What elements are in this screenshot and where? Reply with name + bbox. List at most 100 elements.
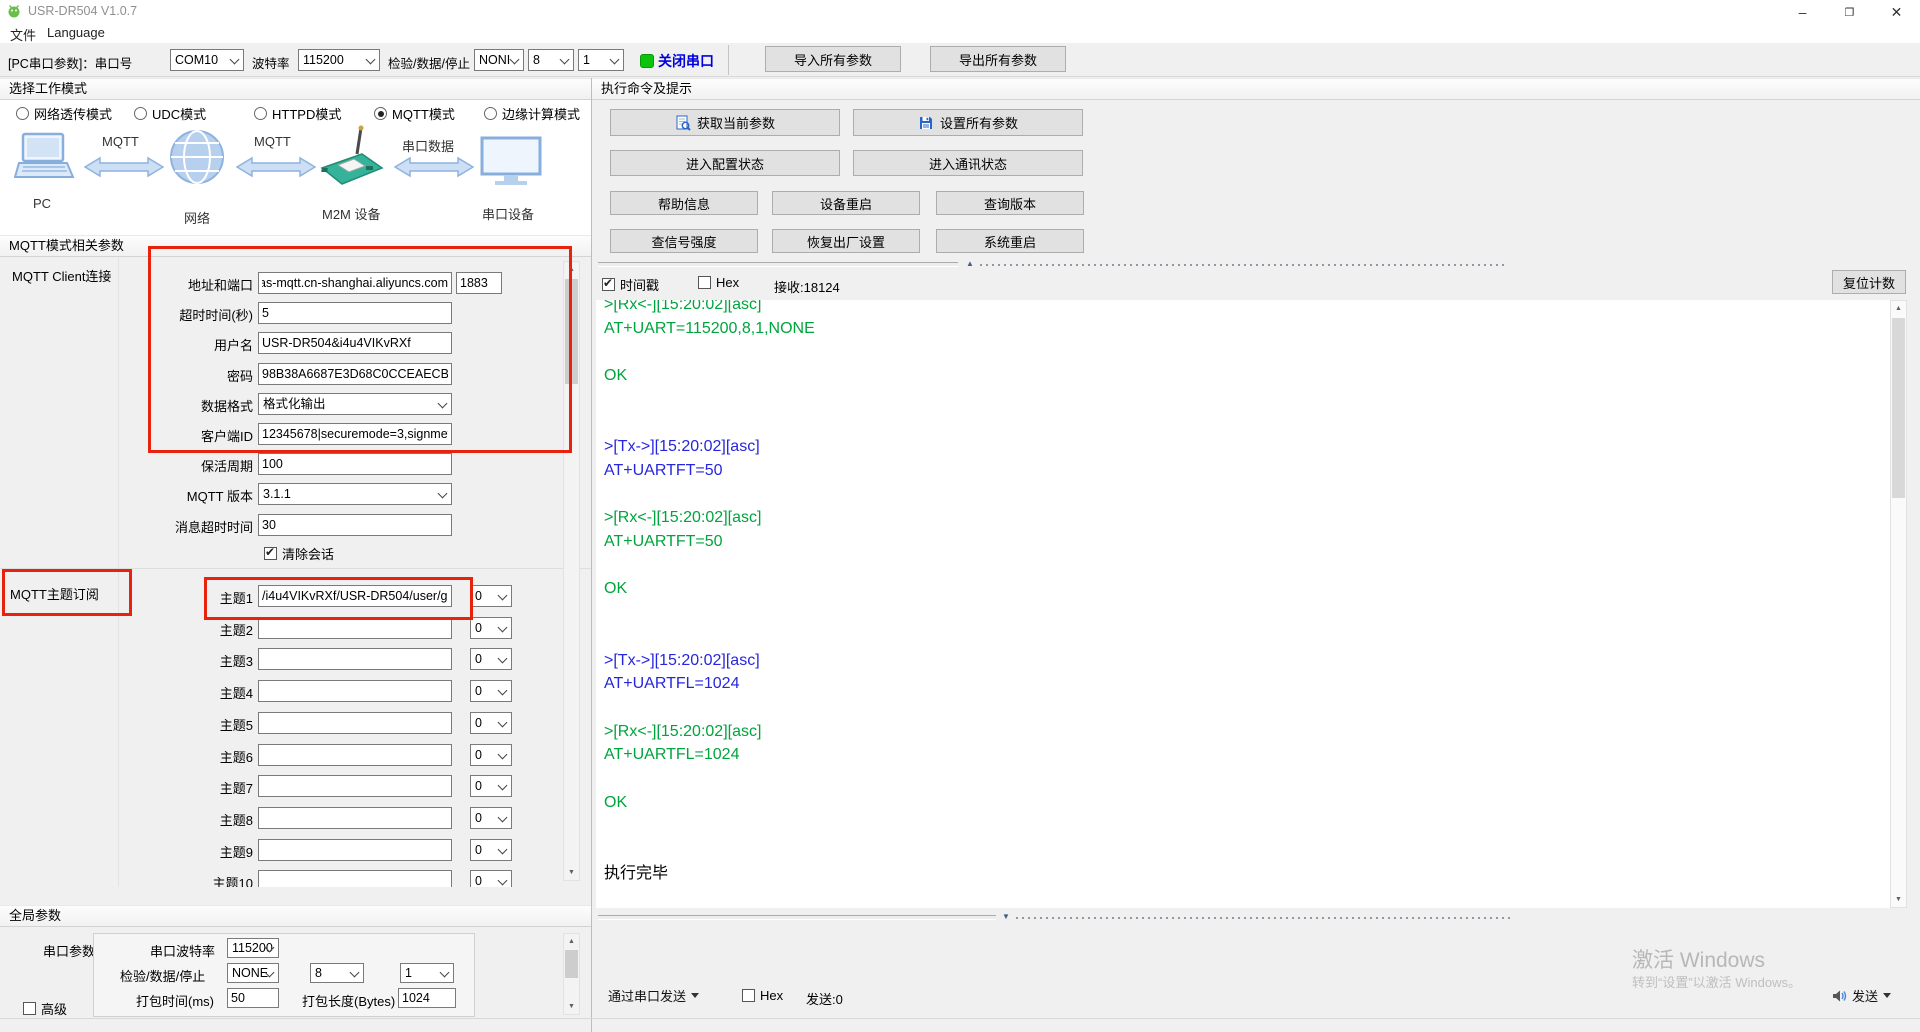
- workmode-radio-4[interactable]: MQTT模式: [374, 104, 455, 123]
- data-bits-select[interactable]: 8: [528, 49, 574, 71]
- maximize-icon[interactable]: ❐: [1826, 0, 1873, 24]
- query-version-button[interactable]: 查询版本: [936, 191, 1084, 215]
- menu-language[interactable]: Language: [47, 25, 105, 40]
- g-baud-select[interactable]: 115200: [227, 938, 279, 958]
- scroll-up-icon[interactable]: ▲: [1891, 301, 1906, 316]
- baud-select[interactable]: 115200: [298, 49, 380, 71]
- stop-bits-select[interactable]: 1: [578, 49, 624, 71]
- scroll-down-icon[interactable]: ▼: [1891, 892, 1906, 907]
- topic-input-10[interactable]: [258, 870, 452, 887]
- topic-input-5[interactable]: [258, 712, 452, 734]
- log-splitter-bottom[interactable]: ▼: [596, 911, 1896, 921]
- mqtt-version-select[interactable]: 3.1.1: [258, 483, 452, 505]
- topic-input-3[interactable]: [258, 648, 452, 670]
- topic-qos-select-6[interactable]: 0: [470, 744, 512, 766]
- import-params-button[interactable]: 导入所有参数: [765, 46, 901, 72]
- g-stop-bits-select[interactable]: 1: [400, 963, 454, 983]
- workmode-radio-3[interactable]: HTTPD模式: [254, 104, 341, 123]
- timeout-input[interactable]: [258, 302, 452, 324]
- topic-qos-select-1[interactable]: 0: [470, 585, 512, 607]
- username-input[interactable]: [258, 332, 452, 354]
- g-parity-select[interactable]: NONE: [227, 963, 279, 983]
- send-hex-checkbox[interactable]: [742, 989, 755, 1002]
- topic-input-8[interactable]: [258, 807, 452, 829]
- data-format-select[interactable]: 格式化输出: [258, 393, 452, 415]
- export-params-button[interactable]: 导出所有参数: [930, 46, 1066, 72]
- password-input[interactable]: [258, 363, 452, 385]
- log-hex-checkbox[interactable]: [698, 276, 711, 289]
- address-port-input[interactable]: [258, 272, 452, 294]
- port-input[interactable]: [456, 272, 502, 294]
- topic-qos-select-2[interactable]: 0: [470, 617, 512, 639]
- scroll-down-icon[interactable]: ▼: [564, 865, 579, 880]
- factory-reset-button[interactable]: 恢复出厂设置: [772, 229, 920, 253]
- log-output[interactable]: >[Rx<-][15:20:02][asc]AT+UART=115200,8,1…: [596, 300, 1890, 908]
- scrollbar-thumb[interactable]: [1892, 318, 1905, 498]
- mqtt-scrollbar[interactable]: ▲ ▼: [563, 261, 580, 881]
- workmode-radio-2[interactable]: UDC模式: [134, 104, 206, 123]
- send-via-serial-button[interactable]: 通过串口发送: [608, 986, 699, 1005]
- scroll-up-icon[interactable]: ▲: [564, 262, 579, 277]
- enter-comm-button[interactable]: 进入通讯状态: [853, 150, 1083, 176]
- device-reboot-button[interactable]: 设备重启: [772, 191, 920, 215]
- keepalive-input[interactable]: [258, 453, 452, 475]
- collapse-up-icon[interactable]: ▲: [966, 260, 974, 268]
- topic-input-4[interactable]: [258, 680, 452, 702]
- topic-qos-select-5[interactable]: 0: [470, 712, 512, 734]
- system-reboot-button[interactable]: 系统重启: [936, 229, 1084, 253]
- chevron-down-icon: [560, 55, 570, 65]
- com-port-select[interactable]: COM10: [170, 49, 244, 71]
- chevron-down-icon: [438, 398, 448, 408]
- topic-input-2[interactable]: [258, 617, 452, 639]
- pc-serial-label: [PC串口参数]：串口号: [8, 53, 132, 72]
- log-line: [604, 814, 1890, 838]
- global-scrollbar[interactable]: ▲ ▼: [563, 933, 580, 1015]
- topic-qos-select-8[interactable]: 0: [470, 807, 512, 829]
- mqtt-params-header: MQTT模式相关参数: [0, 235, 591, 257]
- log-splitter-top[interactable]: ▲: [596, 259, 1896, 269]
- topic-qos-select-4[interactable]: 0: [470, 680, 512, 702]
- minimize-icon[interactable]: –: [1779, 0, 1826, 24]
- scroll-down-icon[interactable]: ▼: [564, 999, 579, 1014]
- collapse-down-icon[interactable]: ▼: [1002, 913, 1010, 921]
- topic-input-1[interactable]: [258, 585, 452, 607]
- topic-input-6[interactable]: [258, 744, 452, 766]
- close-port-button[interactable]: 关闭串口: [658, 51, 714, 71]
- client-id-input[interactable]: [258, 423, 452, 445]
- diagram-net-label: 网络: [184, 208, 210, 227]
- timestamp-row[interactable]: 时间戳: [602, 275, 659, 294]
- advanced-checkbox[interactable]: [23, 1002, 36, 1015]
- g-data-bits-select[interactable]: 8: [310, 963, 364, 983]
- enter-config-button[interactable]: 进入配置状态: [610, 150, 840, 176]
- log-hex-row[interactable]: Hex: [698, 275, 739, 290]
- topic-qos-select-3[interactable]: 0: [470, 648, 512, 670]
- topic-qos-select-9[interactable]: 0: [470, 839, 512, 861]
- topic-qos-select-10[interactable]: 0: [470, 870, 512, 887]
- help-info-button[interactable]: 帮助信息: [610, 191, 758, 215]
- close-icon[interactable]: ✕: [1873, 0, 1920, 24]
- reset-count-button[interactable]: 复位计数: [1832, 270, 1906, 294]
- send-hex-row[interactable]: Hex: [742, 988, 783, 1003]
- topic-qos-select-7[interactable]: 0: [470, 775, 512, 797]
- menu-file[interactable]: 文件: [10, 25, 36, 44]
- scroll-up-icon[interactable]: ▲: [564, 934, 579, 949]
- clear-session-checkbox[interactable]: [264, 547, 277, 560]
- set-params-button[interactable]: 设置所有参数: [853, 109, 1083, 136]
- log-scrollbar[interactable]: ▲ ▼: [1890, 300, 1907, 908]
- parity-select[interactable]: NONI: [474, 49, 524, 71]
- scrollbar-thumb[interactable]: [565, 950, 578, 978]
- workmode-radio-1[interactable]: 网络透传模式: [16, 104, 112, 123]
- clear-session-row[interactable]: 清除会话: [264, 544, 334, 563]
- pack-time-input[interactable]: [227, 988, 279, 1008]
- topic-input-7[interactable]: [258, 775, 452, 797]
- get-params-button[interactable]: 获取当前参数: [610, 109, 840, 136]
- pack-len-input[interactable]: [398, 988, 456, 1008]
- scrollbar-thumb[interactable]: [565, 279, 578, 384]
- workmode-radio-5[interactable]: 边缘计算模式: [484, 104, 580, 123]
- timestamp-checkbox[interactable]: [602, 278, 615, 291]
- signal-strength-button[interactable]: 查信号强度: [610, 229, 758, 253]
- send-button[interactable]: 发送: [1832, 986, 1891, 1005]
- topic-input-9[interactable]: [258, 839, 452, 861]
- advanced-row[interactable]: 高级: [23, 999, 67, 1018]
- message-timeout-input[interactable]: [258, 514, 452, 536]
